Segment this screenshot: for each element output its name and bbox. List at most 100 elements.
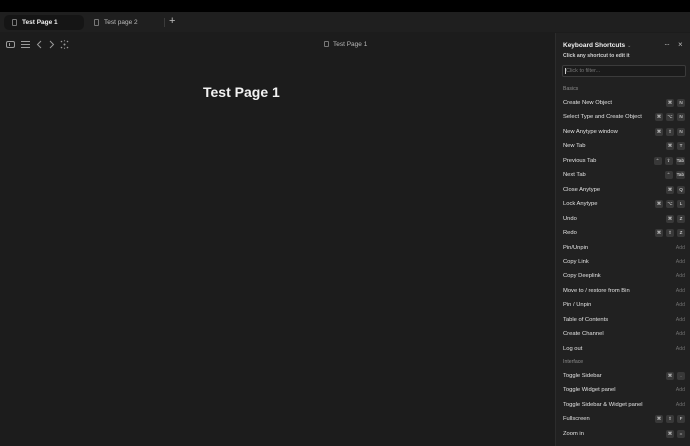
new-tab-button[interactable]: + xyxy=(169,16,175,27)
shortcut-label: Previous Tab xyxy=(563,157,597,164)
shortcut-keys[interactable]: ⌘ Z xyxy=(666,214,685,223)
shortcut-label: Log out xyxy=(563,345,583,352)
add-shortcut-button[interactable]: Add xyxy=(676,399,685,411)
tab-divider xyxy=(164,18,165,27)
shortcut-row[interactable]: Move to / restore from Bin Add xyxy=(563,285,685,297)
key-cap: Z xyxy=(677,214,685,223)
shortcut-row[interactable]: Toggle Widget panel Add xyxy=(563,384,685,396)
shortcut-row[interactable]: New Anytype window ⌘ ⇧ N xyxy=(563,126,685,138)
shortcut-row[interactable]: Next Tab ⌃ Tab xyxy=(563,169,685,181)
shortcut-row[interactable]: Undo ⌘ Z xyxy=(563,213,685,225)
shortcut-label: Close Anytype xyxy=(563,186,601,193)
shortcut-label: Zoom in xyxy=(563,430,584,437)
shortcut-row[interactable]: Close Anytype ⌘ Q xyxy=(563,184,685,196)
shortcut-row[interactable]: Redo ⌘ ⇧ Z xyxy=(563,227,685,239)
shortcut-row[interactable]: Copy Deeplink Add xyxy=(563,270,685,282)
key-cap: N xyxy=(677,113,685,122)
key-cap: ⇧ xyxy=(666,127,674,136)
key-cap: L xyxy=(677,200,685,209)
key-cap: ⌘ xyxy=(655,127,663,136)
shortcut-row[interactable]: Log out Add xyxy=(563,343,685,355)
tab-test-page-1[interactable]: Test Page 1 xyxy=(4,15,84,30)
shortcut-row[interactable]: Table of Contents Add xyxy=(563,314,685,326)
tab-bar: Test Page 1 Test page 2 xyxy=(0,12,690,32)
panel-title-text: Keyboard Shortcuts xyxy=(563,42,626,49)
shortcut-row[interactable]: Copy Link Add xyxy=(563,256,685,268)
shortcut-keys[interactable]: ⌘ ⇧ Z xyxy=(655,229,685,238)
shortcut-label: Next Tab xyxy=(563,172,586,179)
shortcut-label: New Anytype window xyxy=(563,128,618,135)
shortcut-label: Lock Anytype xyxy=(563,201,598,208)
key-cap: Q xyxy=(677,185,685,194)
shortcut-label: Copy Link xyxy=(563,258,589,265)
shortcut-keys[interactable]: ⌘ T xyxy=(666,142,685,151)
shortcut-label: New Tab xyxy=(563,143,586,150)
shortcut-row[interactable]: Create Channel Add xyxy=(563,328,685,340)
tab-label: Test Page 1 xyxy=(22,19,58,26)
key-cap: ⌘ xyxy=(666,429,674,438)
keyboard-shortcuts-panel: Keyboard Shortcuts ⌄ Click any shortcut t… xyxy=(555,33,690,446)
add-shortcut-button[interactable]: Add xyxy=(676,384,685,396)
shortcut-row[interactable]: Lock Anytype ⌘ ⌥ L xyxy=(563,198,685,210)
shortcut-keys[interactable]: ⌘ Q xyxy=(666,185,685,194)
menu-icon[interactable] xyxy=(21,41,30,50)
add-shortcut-button[interactable]: Add xyxy=(676,299,685,311)
shortcut-label: Table of Contents xyxy=(563,316,609,323)
key-cap: T xyxy=(677,142,685,151)
shortcut-row[interactable]: Previous Tab ⌃ ⇧ Tab xyxy=(563,155,685,167)
shortcut-row[interactable]: Toggle Sidebar & Widget panel Add xyxy=(563,399,685,411)
shortcut-row[interactable]: Fullscreen ⌘ ⇧ F xyxy=(563,413,685,425)
shortcut-keys[interactable]: ⌘ N xyxy=(666,99,685,107)
more-options-icon[interactable]: ··· xyxy=(664,40,670,49)
tab-test-page-2[interactable]: Test page 2 xyxy=(86,15,164,30)
shortcut-row[interactable]: Create New Object ⌘ N xyxy=(563,97,685,109)
back-icon[interactable] xyxy=(35,40,44,49)
sidebar-toggle-icon[interactable] xyxy=(6,41,15,48)
close-icon[interactable]: × xyxy=(678,40,683,49)
shortcut-keys[interactable]: ⌘ ⌥ N xyxy=(655,113,685,122)
key-cap: ⇧ xyxy=(664,156,673,165)
page-icon xyxy=(94,19,99,26)
section-interface: Interface xyxy=(563,359,584,365)
filter-input[interactable]: Click to filter... xyxy=(562,65,686,77)
shortcut-keys[interactable]: ⌘ ⌥ L xyxy=(655,200,685,209)
add-shortcut-button[interactable]: Add xyxy=(676,328,685,340)
shortcut-row[interactable]: Toggle Sidebar ⌘. xyxy=(563,370,685,382)
key-cap: = xyxy=(677,429,685,438)
key-cap: ⌘ xyxy=(666,99,674,107)
add-shortcut-button[interactable]: Add xyxy=(676,270,685,282)
add-shortcut-button[interactable]: Add xyxy=(676,256,685,268)
shortcut-label: Select Type and Create Object xyxy=(563,114,642,121)
shortcut-keys[interactable]: ⌘. xyxy=(666,372,685,380)
key-cap: ⌥ xyxy=(666,113,674,122)
shortcut-keys[interactable]: ⌘ ⇧ F xyxy=(655,415,685,424)
shortcut-row[interactable]: Pin / Unpin Add xyxy=(563,299,685,311)
key-cap: ⌘ xyxy=(655,415,663,424)
add-shortcut-button[interactable]: Add xyxy=(676,343,685,355)
shortcut-keys[interactable]: ⌃ Tab xyxy=(664,171,685,180)
forward-icon[interactable] xyxy=(47,40,56,49)
shortcut-row[interactable]: Zoom in ⌘ = xyxy=(563,428,685,440)
shortcut-row[interactable]: Pin/Unpin Add xyxy=(563,242,685,254)
shortcut-row[interactable]: New Tab ⌘ T xyxy=(563,140,685,152)
chevron-down-icon[interactable]: ⌄ xyxy=(627,43,631,49)
breadcrumb[interactable]: Test Page 1 xyxy=(324,41,367,49)
panel-title[interactable]: Keyboard Shortcuts ⌄ xyxy=(563,42,631,49)
key-cap: ⌘ xyxy=(655,200,663,209)
panel-subtitle: Click any shortcut to edit it xyxy=(563,53,630,59)
shortcut-label: Pin/Unpin xyxy=(563,244,589,251)
key-cap: ⌘ xyxy=(655,113,663,122)
graph-icon[interactable] xyxy=(60,40,69,49)
key-cap: ⌘ xyxy=(666,185,674,194)
breadcrumb-label: Test Page 1 xyxy=(333,41,368,48)
shortcut-row[interactable]: Select Type and Create Object ⌘ ⌥ N xyxy=(563,111,685,123)
shortcut-keys[interactable]: ⌃ ⇧ Tab xyxy=(653,156,685,165)
add-shortcut-button[interactable]: Add xyxy=(676,314,685,326)
page-title[interactable]: Test Page 1 xyxy=(203,84,280,100)
add-shortcut-button[interactable]: Add xyxy=(676,285,685,297)
key-cap: ⌘ xyxy=(666,214,674,223)
add-shortcut-button[interactable]: Add xyxy=(676,242,685,254)
shortcut-keys[interactable]: ⌘ = xyxy=(666,429,685,438)
shortcut-label: Redo xyxy=(563,230,577,237)
shortcut-keys[interactable]: ⌘ ⇧ N xyxy=(655,127,685,136)
